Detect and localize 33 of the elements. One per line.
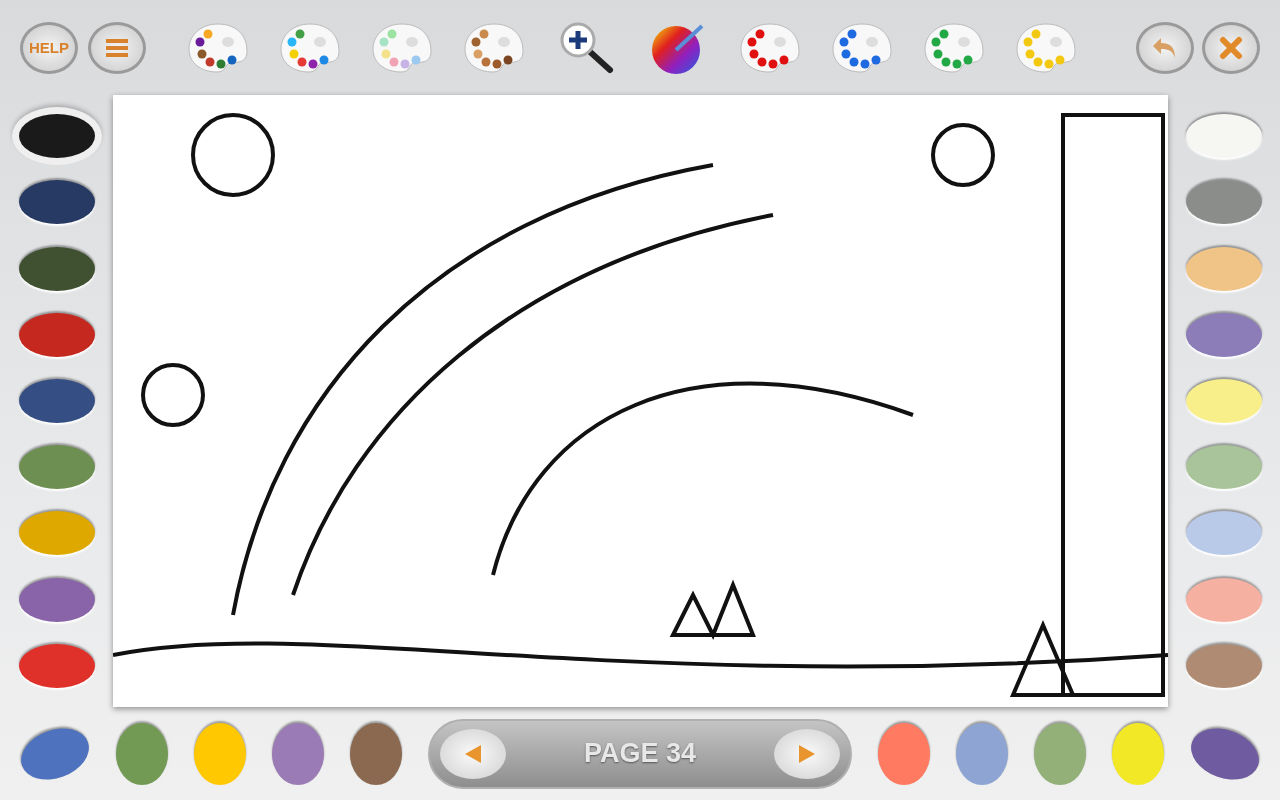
color-swatch[interactable] <box>1186 379 1262 423</box>
color-swatch[interactable] <box>18 246 95 291</box>
next-page-button[interactable] <box>774 728 840 779</box>
color-swatch[interactable] <box>1186 511 1262 556</box>
previous-page-button[interactable] <box>440 728 506 779</box>
color-swatch[interactable] <box>1186 246 1262 291</box>
help-button[interactable]: HELP <box>20 21 78 74</box>
close-icon <box>1219 35 1243 60</box>
color-swatch[interactable] <box>1186 114 1262 159</box>
color-swatch[interactable] <box>18 577 95 622</box>
color-swatch[interactable] <box>18 180 95 225</box>
color-swatch[interactable] <box>1034 722 1086 785</box>
color-swatch[interactable] <box>1186 312 1262 357</box>
color-swatch[interactable] <box>18 445 95 490</box>
color-swatch[interactable] <box>1186 577 1262 622</box>
color-swatch[interactable] <box>18 643 95 688</box>
color-swatch[interactable] <box>272 722 324 785</box>
page-number: PAGE 34 <box>583 738 697 769</box>
color-swatch[interactable] <box>1186 445 1262 490</box>
color-swatch[interactable] <box>18 379 95 423</box>
color-swatch[interactable] <box>116 722 168 785</box>
left-arrow-icon <box>463 742 483 765</box>
color-swatch[interactable] <box>194 722 246 785</box>
color-swatch[interactable] <box>1186 643 1262 688</box>
menu-icon <box>104 37 130 58</box>
color-swatch[interactable] <box>1112 722 1164 785</box>
color-swatch[interactable] <box>1186 180 1262 225</box>
color-swatch[interactable] <box>350 722 402 785</box>
right-arrow-icon <box>797 742 817 765</box>
color-swatch[interactable] <box>956 722 1008 785</box>
color-swatch[interactable] <box>878 722 930 785</box>
color-swatch[interactable] <box>18 511 95 556</box>
color-swatch[interactable] <box>18 312 95 357</box>
